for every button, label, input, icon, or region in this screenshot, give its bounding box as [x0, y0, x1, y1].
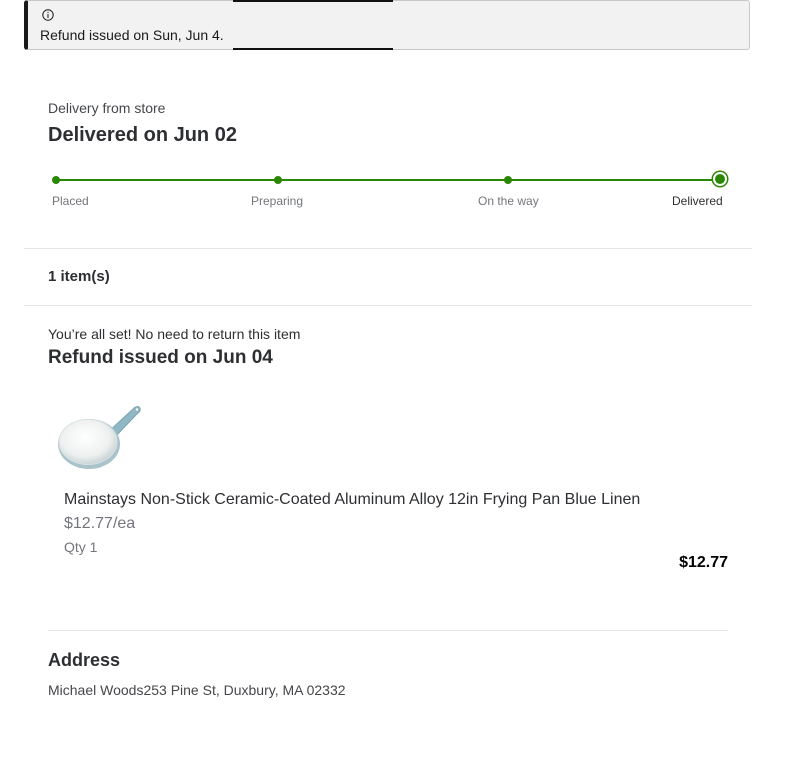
delivery-status-title: Delivered on Jun 02	[48, 124, 237, 146]
step-dot-preparing	[274, 176, 282, 184]
info-icon	[42, 9, 54, 21]
step-dot-placed	[52, 176, 60, 184]
progress-line	[56, 179, 720, 181]
step-label-delivered: Delivered	[672, 194, 723, 208]
product-total-price: $12.77	[679, 554, 728, 571]
step-label-on-the-way: On the way	[478, 194, 539, 208]
refund-alert-banner: Refund issued on Sun, Jun 4.	[24, 0, 750, 50]
step-dot-on-the-way	[504, 176, 512, 184]
items-count: 1 item(s)	[48, 268, 110, 285]
alert-highlight-top	[233, 0, 393, 2]
alert-highlight-bottom	[233, 48, 393, 50]
frying-pan-image[interactable]	[56, 402, 146, 472]
alert-message: Refund issued on Sun, Jun 4.	[40, 27, 224, 43]
product-unit-price: $12.77/ea	[64, 515, 136, 532]
product-name[interactable]: Mainstays Non-Stick Ceramic-Coated Alumi…	[64, 491, 640, 509]
refund-note: You’re all set! No need to return this i…	[48, 326, 301, 342]
product-quantity: Qty 1	[64, 539, 98, 555]
step-label-placed: Placed	[52, 194, 89, 208]
section-divider	[24, 248, 752, 249]
order-details-page: Refund issued on Sun, Jun 4. Delivery fr…	[0, 0, 800, 766]
delivery-method: Delivery from store	[48, 100, 166, 116]
section-divider	[24, 305, 752, 306]
step-dot-delivered	[715, 174, 725, 184]
address-heading: Address	[48, 650, 121, 670]
refund-title: Refund issued on Jun 04	[48, 347, 273, 368]
order-progress-tracker: Placed Preparing On the way Delivered	[48, 170, 728, 210]
step-label-preparing: Preparing	[251, 194, 304, 208]
address-text: Michael Woods253 Pine St, Duxbury, MA 02…	[48, 682, 346, 698]
section-divider	[48, 630, 728, 631]
